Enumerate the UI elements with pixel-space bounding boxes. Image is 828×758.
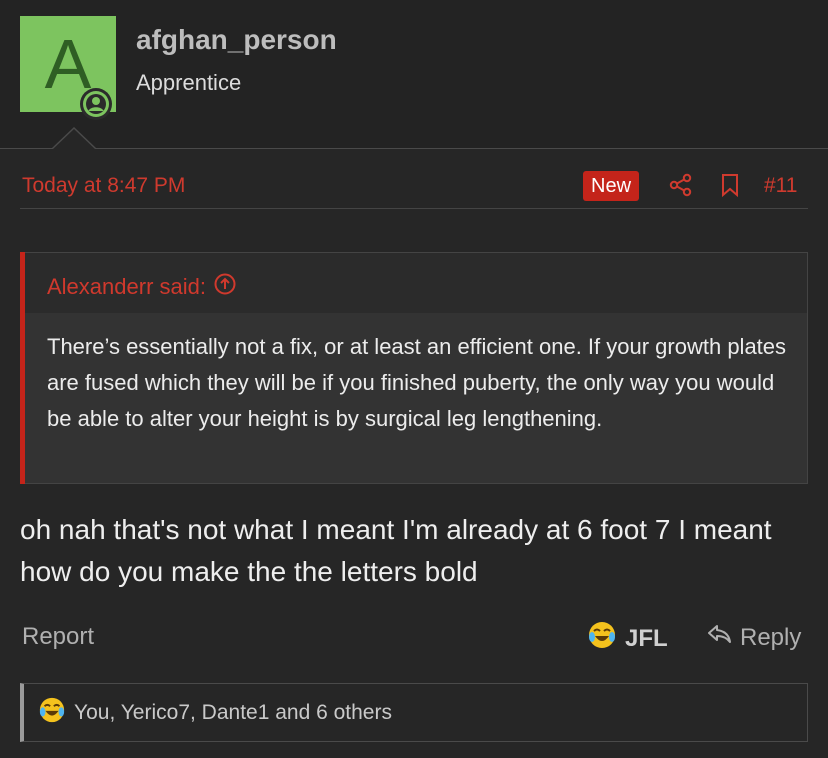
quote-text: There’s essentially not a fix, or at lea… <box>47 334 787 431</box>
username-link[interactable]: afghan_person <box>136 24 337 56</box>
user-arrow-fill <box>53 129 95 149</box>
laughing-crying-emoji-icon <box>38 696 66 730</box>
report-button[interactable]: Report <box>22 623 94 651</box>
bookmark-icon[interactable] <box>719 172 741 203</box>
quote-author-link[interactable]: Alexanderr said: <box>47 273 236 301</box>
reaction-label: JFL <box>625 624 668 652</box>
new-badge: New <box>583 171 640 201</box>
quote-author-label: Alexanderr said: <box>47 274 206 299</box>
quote-accent-bar <box>20 252 25 484</box>
share-icon[interactable] <box>668 172 694 203</box>
reply-arrow-icon <box>706 623 732 652</box>
reaction-button[interactable]: JFL <box>587 620 668 657</box>
online-status-icon <box>80 88 112 120</box>
user-title: Apprentice <box>136 70 242 95</box>
reply-label: Reply <box>740 623 802 651</box>
reactions-bar[interactable]: You, Yerico7, Dante1 and 6 others <box>20 683 808 742</box>
laughing-crying-emoji-icon <box>587 620 617 657</box>
arrow-up-circle-icon[interactable] <box>214 273 236 301</box>
reactions-summary[interactable]: You, Yerico7, Dante1 and 6 others <box>74 701 392 725</box>
post-date-link[interactable]: Today at 8:47 PM <box>22 174 185 198</box>
post-body: oh nah that's not what I meant I'm alrea… <box>20 514 772 587</box>
divider <box>20 208 808 209</box>
post-number-link[interactable]: #11 <box>764 174 797 198</box>
divider <box>0 148 828 149</box>
reply-button[interactable]: Reply <box>706 623 801 652</box>
